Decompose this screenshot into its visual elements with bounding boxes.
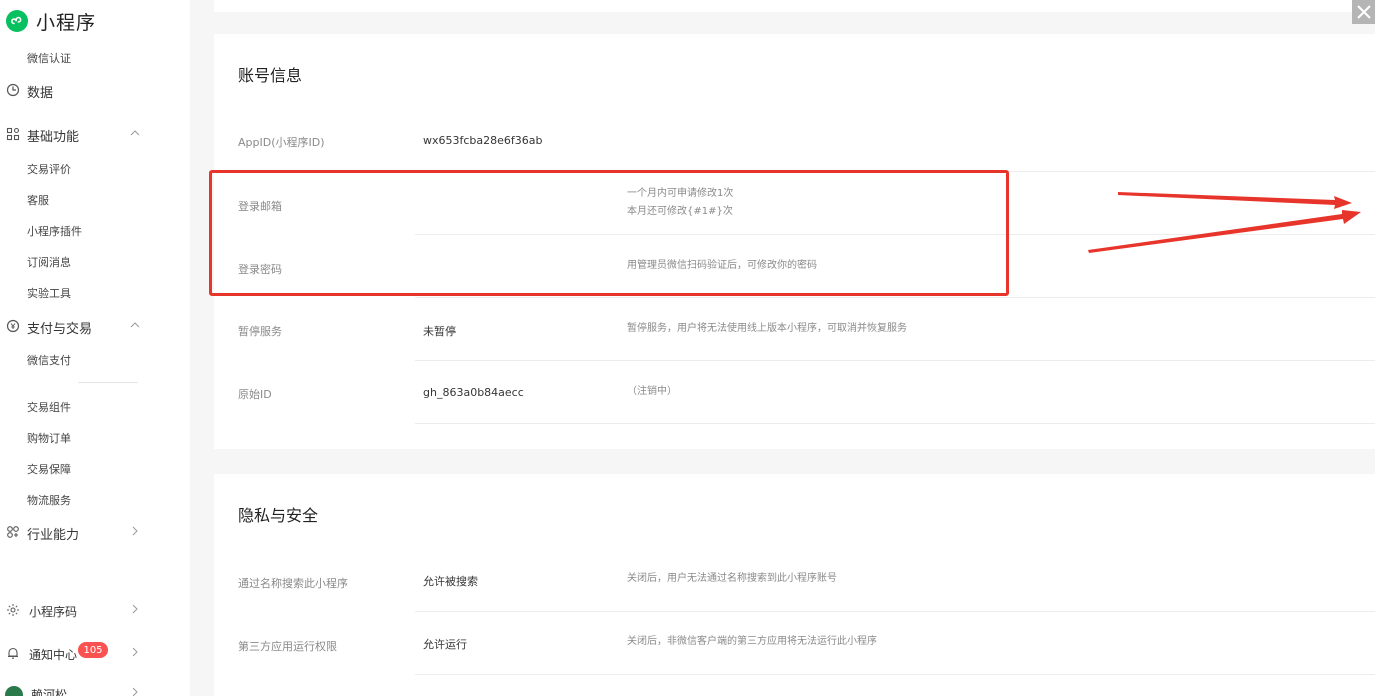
- sidebar-item-wechat-verify[interactable]: 微信认证: [27, 50, 71, 66]
- previous-card-bottom: [214, 0, 1375, 12]
- appid-value[interactable]: wx653fcba28e6f36ab: [423, 134, 543, 147]
- sidebar-item-wechat-pay[interactable]: 微信支付: [27, 352, 71, 368]
- account-info-title: 账号信息: [238, 66, 303, 85]
- row-divider: [415, 611, 1375, 612]
- appid-label: AppID(小程序ID): [238, 136, 325, 149]
- sidebar-item-guarantee[interactable]: 交易保障: [27, 461, 71, 477]
- sidebar-item-label: 通知中心: [29, 647, 78, 662]
- sidebar: 小程序 微信认证 数据 基础功能 交易评价 客服 小程序插件 订阅消息 实验工具…: [0, 0, 190, 696]
- notification-badge: 105: [78, 642, 108, 658]
- sidebar-item-payment[interactable]: 支付与交易: [0, 316, 190, 338]
- third-party-run-label: 第三方应用运行权限: [238, 640, 337, 653]
- sidebar-item-review[interactable]: 交易评价: [27, 161, 71, 177]
- sidebar-item-trade-component[interactable]: 交易组件: [27, 399, 71, 415]
- sidebar-item-label: 行业能力: [27, 527, 80, 543]
- sidebar-item-lab[interactable]: 实验工具: [27, 285, 71, 301]
- sidebar-item-subscribe[interactable]: 订阅消息: [27, 254, 71, 270]
- sidebar-item-label: 支付与交易: [27, 321, 93, 337]
- highlight-box: [209, 170, 1009, 296]
- sidebar-item-label: 数据: [27, 85, 54, 101]
- sidebar-item-notify[interactable]: 通知中心 105: [0, 642, 190, 665]
- grid-icon: [6, 127, 20, 141]
- chevron-right-icon[interactable]: [130, 647, 140, 657]
- sidebar-item-label: 基础功能: [27, 129, 80, 145]
- third-party-run-value[interactable]: 允许运行: [423, 636, 467, 652]
- close-icon: [1356, 5, 1371, 19]
- search-by-name-label: 通过名称搜索此小程序: [238, 577, 348, 590]
- sidebar-divider: [78, 382, 138, 383]
- mini-program-logo-icon: [6, 10, 28, 32]
- sidebar-item-plugin[interactable]: 小程序插件: [27, 223, 82, 239]
- search-by-name-value[interactable]: 允许被搜索: [423, 573, 478, 589]
- chevron-up-icon[interactable]: [130, 320, 140, 330]
- chevron-right-icon[interactable]: [130, 687, 140, 696]
- sidebar-item-basic[interactable]: 基础功能: [0, 124, 190, 146]
- user-name: 赖河松: [31, 687, 68, 696]
- sidebar-item-orders[interactable]: 购物订单: [27, 430, 71, 446]
- sidebar-item-label: 小程序码: [29, 604, 78, 619]
- qrcode-sun-icon: [7, 604, 19, 616]
- sidebar-item-user[interactable]: 赖河松: [0, 683, 190, 696]
- chevron-up-icon[interactable]: [130, 128, 140, 138]
- pause-service-desc: 暂停服务，用户将无法使用线上版本小程序，可取消并恢复服务: [627, 323, 907, 334]
- third-party-run-desc: 关闭后，非微信客户端的第三方应用将无法运行此小程序: [627, 636, 877, 647]
- industry-icon: [7, 526, 19, 538]
- close-button[interactable]: [1352, 0, 1375, 24]
- original-id-value[interactable]: gh_863a0b84aecc: [423, 386, 524, 399]
- chevron-right-icon[interactable]: [130, 604, 140, 614]
- bell-icon: [8, 647, 18, 659]
- sidebar-item-industry[interactable]: 行业能力: [0, 522, 190, 544]
- row-divider: [415, 297, 1375, 298]
- search-by-name-desc: 关闭后，用户无法通过名称搜索到此小程序账号: [627, 573, 837, 584]
- yen-coin-icon: [6, 319, 20, 333]
- annotation-arrows-icon: [1088, 192, 1361, 253]
- app-title: 小程序: [36, 11, 97, 34]
- brand[interactable]: 小程序: [6, 8, 96, 34]
- clock-pie-icon: [6, 83, 20, 97]
- sidebar-item-logistics[interactable]: 物流服务: [27, 492, 71, 508]
- sidebar-item-service[interactable]: 客服: [27, 192, 49, 208]
- pause-service-label: 暂停服务: [238, 325, 282, 338]
- privacy-security-card: 隐私与安全 通过名称搜索此小程序 允许被搜索 关闭后，用户无法通过名称搜索到此小…: [214, 474, 1375, 696]
- original-id-label: 原始ID: [238, 388, 272, 401]
- privacy-security-title: 隐私与安全: [238, 506, 319, 525]
- sidebar-item-data[interactable]: 数据: [0, 80, 190, 102]
- pause-service-value: 未暂停: [423, 325, 456, 338]
- row-divider: [415, 360, 1375, 361]
- row-divider: [415, 423, 1375, 424]
- chevron-right-icon[interactable]: [130, 526, 140, 536]
- row-divider: [415, 674, 1375, 675]
- sidebar-item-qrcode[interactable]: 小程序码: [0, 600, 190, 622]
- original-id-status: （注销中）: [627, 386, 677, 397]
